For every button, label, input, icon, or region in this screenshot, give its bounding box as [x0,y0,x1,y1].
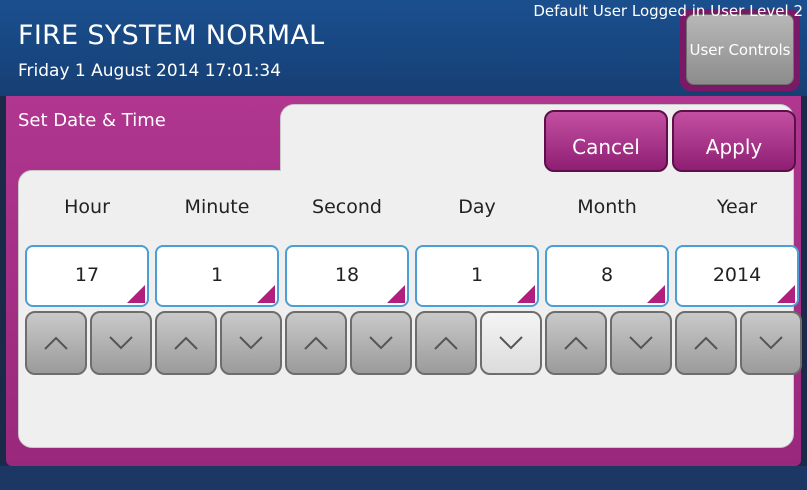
month-up-button[interactable] [545,311,607,375]
chevron-up-icon [304,336,328,350]
chevron-down-icon [759,336,783,350]
second-value: 18 [334,264,360,286]
month-field[interactable]: 8 [545,245,669,307]
chevron-down-icon [109,336,133,350]
corner-marker-icon [647,285,665,303]
user-level-status: Default User Logged in User Level 2 [533,2,803,20]
minute-up-button[interactable] [155,311,217,375]
second-field[interactable]: 18 [285,245,409,307]
minute-value: 1 [210,264,224,286]
chevron-up-icon [564,336,588,350]
label-hour: Hour [64,196,110,218]
corner-marker-icon [127,285,145,303]
chevron-down-icon [629,336,653,350]
system-status-title: FIRE SYSTEM NORMAL [18,20,325,51]
hour-field[interactable]: 17 [25,245,149,307]
month-value: 8 [600,264,614,286]
cancel-button[interactable]: Cancel [544,110,668,172]
second-up-button[interactable] [285,311,347,375]
hour-up-button[interactable] [25,311,87,375]
year-value: 2014 [712,264,762,286]
chevron-up-icon [434,336,458,350]
label-day: Day [458,196,496,218]
corner-marker-icon [517,285,535,303]
label-second: Second [312,196,382,218]
second-down-button[interactable] [350,311,412,375]
label-year: Year [716,196,758,218]
chevron-down-icon [239,336,263,350]
panel-title: Set Date & Time [18,110,166,131]
chevron-down-icon [369,336,393,350]
minute-field[interactable]: 1 [155,245,279,307]
chevron-up-icon [694,336,718,350]
corner-marker-icon [777,285,795,303]
month-down-button[interactable] [610,311,672,375]
day-value: 1 [470,264,484,286]
chevron-down-icon [499,336,523,350]
year-field[interactable]: 2014 [675,245,799,307]
day-field[interactable]: 1 [415,245,539,307]
current-datetime: Friday 1 August 2014 17:01:34 [18,61,282,81]
chevron-up-icon [174,336,198,350]
user-controls-button[interactable]: User Controls [686,14,794,85]
corner-marker-icon [387,285,405,303]
hour-down-button[interactable] [90,311,152,375]
day-up-button[interactable] [415,311,477,375]
label-month: Month [577,196,637,218]
year-up-button[interactable] [675,311,737,375]
apply-button[interactable]: Apply [672,110,796,172]
day-down-button[interactable] [480,311,542,375]
chevron-up-icon [44,336,68,350]
corner-marker-icon [257,285,275,303]
status-footer [0,466,807,490]
minute-down-button[interactable] [220,311,282,375]
label-minute: Minute [184,196,250,218]
year-down-button[interactable] [740,311,802,375]
hour-value: 17 [74,264,100,286]
